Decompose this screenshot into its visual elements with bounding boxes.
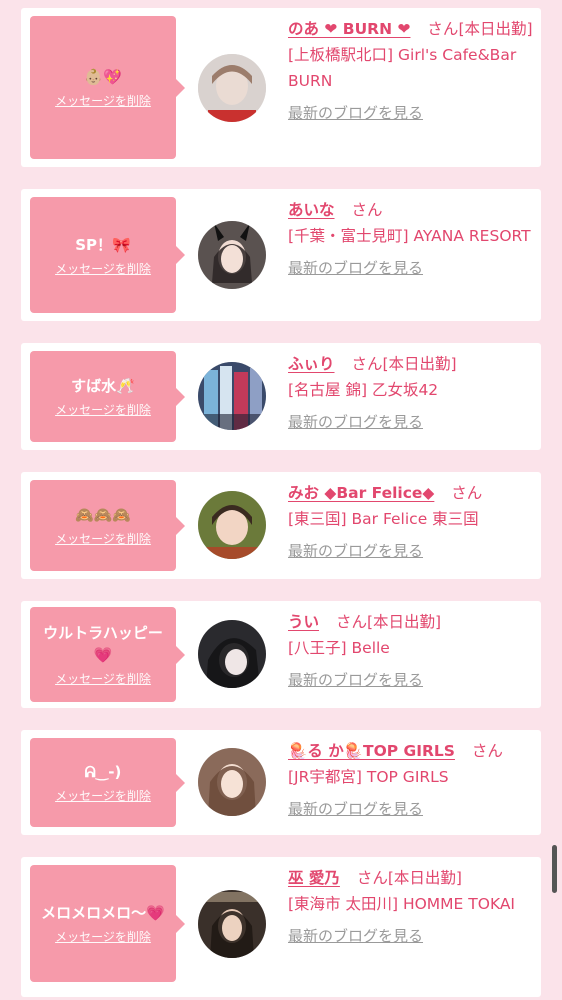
avatar[interactable] [198,362,266,430]
message-bubble: ウルトラハッピー💗 メッセージを削除 [30,607,185,702]
honorific: さん [356,869,388,887]
message-bubble: すば水🥂 メッセージを削除 [30,351,185,442]
store-name: [JR宇都宮] TOP GIRLS [288,768,449,786]
avatar[interactable] [198,491,266,559]
message-bubble: ᕱ‿-) メッセージを削除 [30,738,185,827]
latest-blog-link[interactable]: 最新のブログを見る [288,409,534,435]
status-label: [本日出勤] [366,613,442,631]
delete-message-link[interactable]: メッセージを削除 [55,670,151,687]
store-name: [八王子] Belle [288,639,390,657]
status-label: [本日出勤] [458,20,533,38]
cast-name-link[interactable]: あいな [288,201,335,219]
avatar[interactable] [198,221,266,289]
latest-blog-link[interactable]: 最新のブログを見る [288,923,534,949]
bubble-message: 👶🏼💖 [84,68,122,86]
delete-message-link[interactable]: メッセージを削除 [55,530,151,547]
cast-name-link[interactable]: うい [288,613,319,631]
cast-card: ᕱ‿-) メッセージを削除 🪼る か🪼TOP GIRLS さん [JR宇都宮] … [21,730,541,835]
cast-name-link[interactable]: 🪼る か🪼TOP GIRLS [288,742,455,760]
favorites-list: 👶🏼💖 メッセージを削除 のあ ❤ BURN ❤ さん[本日出勤] [上板橋駅北… [0,0,562,1000]
message-bubble: SP！🎀 メッセージを削除 [30,197,185,313]
cast-info: 🪼る か🪼TOP GIRLS さん [JR宇都宮] TOP GIRLS 最新のブ… [288,738,534,822]
scrollbar[interactable] [552,845,557,893]
store-name: [東三国] Bar Felice 東三国 [288,510,479,528]
store-name: [上板橋駅北口] Girl's Cafe&Bar BURN [288,46,517,90]
avatar[interactable] [198,748,266,816]
delete-message-link[interactable]: メッセージを削除 [55,787,151,804]
status-label: [本日出勤] [382,355,457,373]
latest-blog-link[interactable]: 最新のブログを見る [288,667,534,693]
delete-message-link[interactable]: メッセージを削除 [55,401,151,418]
cast-name-link[interactable]: のあ ❤ BURN ❤ [288,20,410,38]
cast-card: メロメロメロ〜💗 メッセージを削除 巫 愛乃 さん[本日出勤] [東海市 太田川… [21,857,541,997]
bubble-message: SP！🎀 [75,235,131,254]
avatar[interactable] [198,54,266,122]
status-label: [本日出勤] [387,869,462,887]
delete-message-link[interactable]: メッセージを削除 [55,928,151,945]
honorific: さん [451,484,483,502]
cast-card: 🙈🙈🙈 メッセージを削除 みお ◆Bar Felice◆ さん [東三国] Ba… [21,472,541,579]
bubble-message: メロメロメロ〜💗 [41,904,165,922]
cast-card: 👶🏼💖 メッセージを削除 のあ ❤ BURN ❤ さん[本日出勤] [上板橋駅北… [21,8,541,167]
honorific: さん [351,201,383,219]
latest-blog-link[interactable]: 最新のブログを見る [288,796,534,822]
cast-info: ふぃり さん[本日出勤] [名古屋 錦] 乙女坂42 最新のブログを見る [288,351,534,435]
cast-card: すば水🥂 メッセージを削除 ふぃり さん[本日出勤] [名古屋 錦] 乙女坂42… [21,343,541,450]
latest-blog-link[interactable]: 最新のブログを見る [288,255,534,281]
avatar[interactable] [198,620,266,688]
honorific: さん [427,20,459,38]
avatar[interactable] [198,890,266,958]
message-bubble: 👶🏼💖 メッセージを削除 [30,16,185,159]
cast-name-link[interactable]: 巫 愛乃 [288,869,340,887]
cast-info: あいな さん [千葉・富士見町] AYANA RESORT 最新のブログを見る [288,197,534,281]
cast-name-link[interactable]: ふぃり [288,355,335,373]
bubble-message: すば水🥂 [71,377,135,395]
cast-info: 巫 愛乃 さん[本日出勤] [東海市 太田川] HOMME TOKAI 最新のブ… [288,865,534,949]
cast-info: みお ◆Bar Felice◆ さん [東三国] Bar Felice 東三国 … [288,480,534,564]
store-name: [東海市 太田川] HOMME TOKAI [288,895,516,913]
honorific: さん [351,355,383,373]
cast-card: ウルトラハッピー💗 メッセージを削除 うい さん[本日出勤] [八王子] Bel… [21,601,541,708]
store-name: [名古屋 錦] 乙女坂42 [288,381,439,399]
cast-name-link[interactable]: みお ◆Bar Felice◆ [288,484,434,502]
delete-message-link[interactable]: メッセージを削除 [55,92,151,109]
bubble-message: ᕱ‿-) [84,763,122,781]
message-bubble: 🙈🙈🙈 メッセージを削除 [30,480,185,571]
bubble-message: ウルトラハッピー💗 [43,624,163,664]
store-name: [千葉・富士見町] AYANA RESORT [288,227,531,245]
delete-message-link[interactable]: メッセージを削除 [55,260,151,277]
honorific: さん [335,613,367,631]
latest-blog-link[interactable]: 最新のブログを見る [288,538,534,564]
cast-info: うい さん[本日出勤] [八王子] Belle 最新のブログを見る [288,609,534,693]
bubble-message: 🙈🙈🙈 [74,506,132,524]
honorific: さん [471,742,503,760]
message-bubble: メロメロメロ〜💗 メッセージを削除 [30,865,185,982]
cast-card: SP！🎀 メッセージを削除 あいな さん [千葉・富士見町] AYANA RES… [21,189,541,321]
cast-info: のあ ❤ BURN ❤ さん[本日出勤] [上板橋駅北口] Girl's Caf… [288,16,534,126]
latest-blog-link[interactable]: 最新のブログを見る [288,100,534,126]
